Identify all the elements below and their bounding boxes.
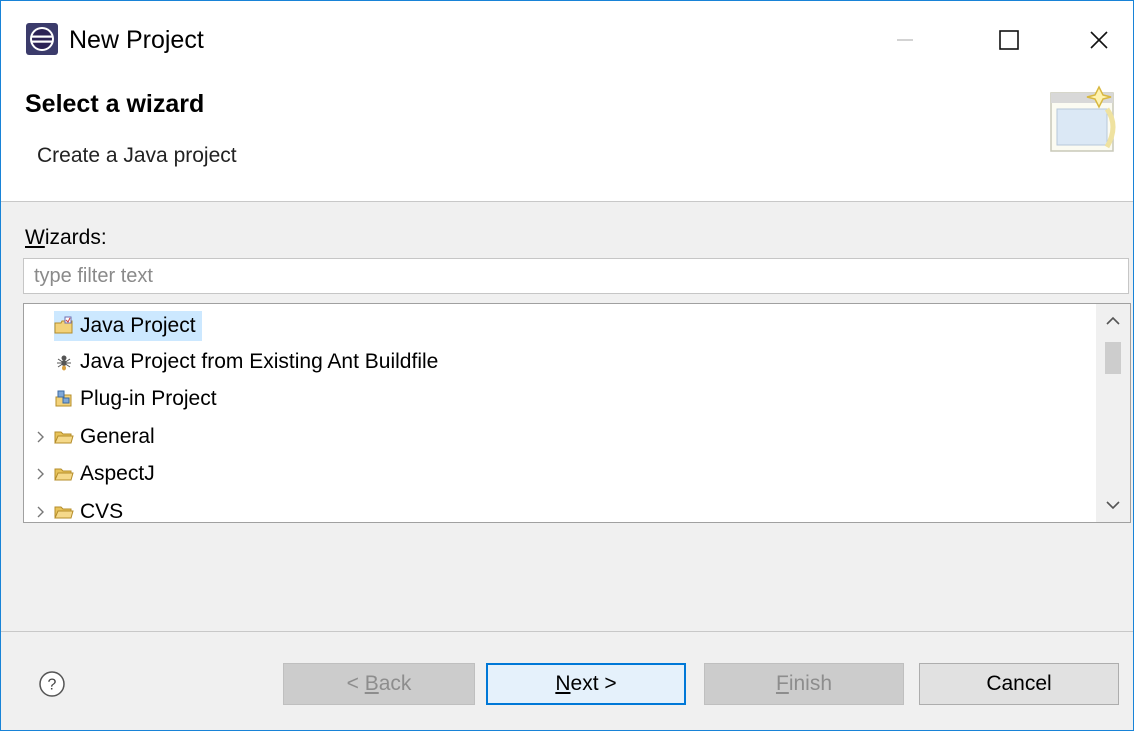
- close-button[interactable]: [1053, 1, 1133, 79]
- finish-button[interactable]: Finish: [704, 663, 904, 705]
- tree-item-aspectj[interactable]: AspectJ: [24, 456, 1094, 492]
- wizard-description: Create a Java project: [37, 144, 237, 167]
- tree-item-general[interactable]: General: [24, 419, 1094, 455]
- tree-item-label: CVS: [80, 500, 124, 523]
- ant-icon: [57, 355, 71, 371]
- window-title: New Project: [69, 26, 204, 54]
- title-bar[interactable]: New Project: [1, 1, 1133, 79]
- close-icon: [1090, 31, 1108, 49]
- expand-arrow[interactable]: [34, 427, 48, 447]
- java-project-icon: [54, 316, 73, 334]
- tree-item-plug-in-project[interactable]: Plug-in Project: [24, 381, 1094, 417]
- chevron-right-icon: [37, 431, 44, 443]
- chevron-down-icon: [1106, 501, 1120, 510]
- expand-arrow[interactable]: [34, 464, 48, 484]
- maximize-button[interactable]: [963, 1, 1055, 79]
- next-button-rest: ext >: [570, 672, 617, 695]
- tree-item-label: Java Project from Existing Ant Buildfile: [80, 350, 439, 373]
- cancel-button[interactable]: Cancel: [919, 663, 1119, 705]
- wizard-header: Select a wizard Create a Java project: [1, 79, 1133, 202]
- next-button[interactable]: Next >: [486, 663, 686, 705]
- tree-item-label: Plug-in Project: [80, 387, 217, 410]
- finish-button-rest: inish: [788, 672, 833, 695]
- next-button-mnemonic: N: [555, 672, 571, 695]
- minimize-icon: [897, 39, 913, 41]
- tree-item-cvs[interactable]: CVS: [24, 494, 1094, 523]
- wizards-label: Wizards:: [25, 225, 107, 251]
- scroll-down-button[interactable]: [1096, 488, 1130, 522]
- tree-item-label: AspectJ: [80, 462, 155, 485]
- help-icon: ?: [39, 671, 65, 697]
- folder-icon: [54, 468, 74, 481]
- folder-icon: [54, 431, 74, 444]
- tree-scrollbar[interactable]: [1096, 304, 1130, 522]
- wizard-heading: Select a wizard: [25, 90, 205, 118]
- tree-item-java-project-from-ant[interactable]: Java Project from Existing Ant Buildfile: [24, 344, 1094, 380]
- chevron-right-icon: [37, 506, 44, 518]
- back-button-mnemonic: B: [364, 672, 379, 695]
- scroll-thumb[interactable]: [1105, 342, 1121, 374]
- tree-item-label: Java Project: [80, 314, 196, 337]
- chevron-right-icon: [37, 468, 44, 480]
- new-project-dialog: New Project Select a wizard Create a Jav…: [0, 0, 1134, 731]
- wizards-label-mnemonic: W: [25, 226, 45, 249]
- back-button-rest: ack: [378, 672, 412, 695]
- scroll-up-button[interactable]: [1096, 304, 1130, 338]
- wizard-banner-icon: [1050, 85, 1116, 152]
- tree-item-java-project[interactable]: Java Project: [24, 308, 1094, 344]
- cancel-button-label: Cancel: [986, 672, 1052, 695]
- maximize-icon: [999, 30, 1019, 50]
- help-button[interactable]: ?: [37, 669, 67, 699]
- finish-button-mnemonic: F: [775, 672, 789, 695]
- svg-text:?: ?: [48, 677, 57, 694]
- tree-item-label: General: [80, 425, 155, 448]
- back-button-prefix: <: [346, 672, 365, 695]
- folder-icon: [54, 506, 74, 519]
- wizard-tree[interactable]: Java Project Java Project from Existing …: [23, 303, 1131, 523]
- minimize-button[interactable]: [859, 1, 951, 79]
- plugin-project-icon: [55, 390, 72, 407]
- eclipse-app-icon: [26, 23, 58, 55]
- filter-input[interactable]: [23, 258, 1129, 294]
- expand-arrow[interactable]: [34, 502, 48, 522]
- wizards-label-rest: izards:: [44, 226, 107, 249]
- chevron-up-icon: [1106, 316, 1120, 325]
- footer-divider: [1, 631, 1133, 632]
- back-button[interactable]: < Back: [283, 663, 475, 705]
